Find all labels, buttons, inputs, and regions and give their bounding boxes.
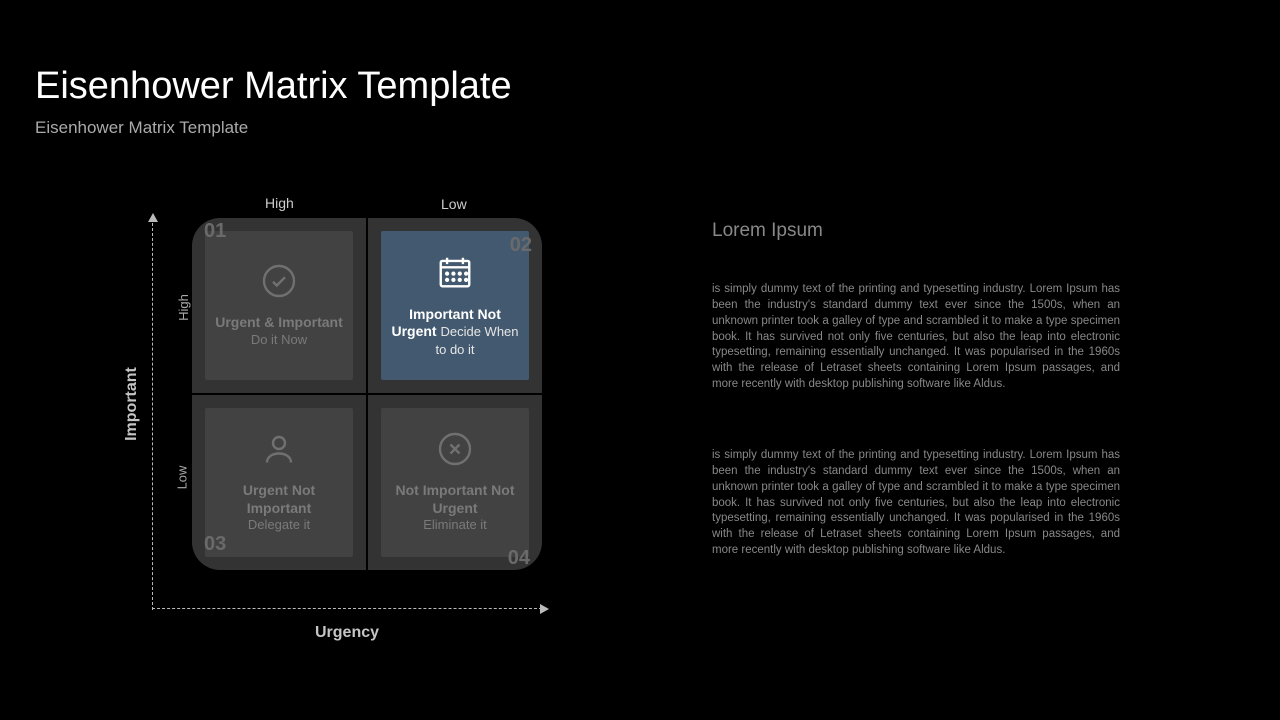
quadrant-inner: Urgent & Important Do it Now	[205, 231, 353, 380]
quadrant-subtitle: Eliminate it	[423, 517, 487, 533]
quadrant-important-not-urgent: 02 Important Not Urgent Decide When to d…	[368, 218, 542, 393]
y-tick-low: Low	[174, 466, 189, 490]
x-circle-icon	[437, 431, 473, 472]
right-paragraph-1: is simply dummy text of the printing and…	[712, 282, 1120, 393]
x-tick-high: High	[265, 195, 294, 211]
quadrant-urgent-not-important: 03 Urgent Not Important Delegate it	[192, 395, 366, 570]
quadrant-not-important-not-urgent: 04 Not Important Not Urgent Eliminate it	[368, 395, 542, 570]
x-tick-low: Low	[441, 196, 467, 212]
y-axis-arrow-icon	[148, 213, 158, 222]
quadrant-inner: Not Important Not Urgent Eliminate it	[381, 408, 529, 557]
quadrant-number: 03	[204, 533, 226, 556]
quadrant-number: 04	[508, 547, 530, 570]
quadrant-inner: Important Not Urgent Decide When to do i…	[381, 231, 529, 380]
person-icon	[261, 431, 297, 472]
y-tick-high: High	[176, 294, 191, 321]
quadrant-title: Urgent & Important	[215, 314, 343, 332]
quadrant-subtitle: Delegate it	[248, 517, 310, 533]
quadrant-inner: Urgent Not Important Delegate it	[205, 408, 353, 557]
x-axis-arrow-icon	[540, 604, 549, 614]
quadrant-title: Urgent Not Important	[211, 482, 347, 517]
quadrant-title: Important Not Urgent Decide When to do i…	[387, 306, 523, 359]
axis-label-urgency: Urgency	[315, 624, 379, 642]
check-circle-icon	[261, 263, 297, 304]
right-paragraph-2: is simply dummy text of the printing and…	[712, 448, 1120, 559]
quadrant-title: Not Important Not Urgent	[387, 482, 523, 517]
quadrant-number: 01	[204, 220, 226, 243]
axis-label-important: Important	[123, 367, 141, 441]
right-heading: Lorem Ipsum	[712, 220, 823, 242]
quadrant-subtitle: Do it Now	[251, 332, 307, 348]
quadrant-urgent-important: 01 Urgent & Important Do it Now	[192, 218, 366, 393]
page-subtitle: Eisenhower Matrix Template	[35, 118, 248, 138]
y-axis-line	[152, 218, 153, 610]
quadrant-number: 02	[510, 234, 532, 257]
page-title: Eisenhower Matrix Template	[35, 65, 512, 108]
eisenhower-matrix: 01 Urgent & Important Do it Now 02	[192, 218, 542, 570]
calendar-icon	[436, 253, 474, 296]
x-axis-line	[152, 608, 542, 609]
